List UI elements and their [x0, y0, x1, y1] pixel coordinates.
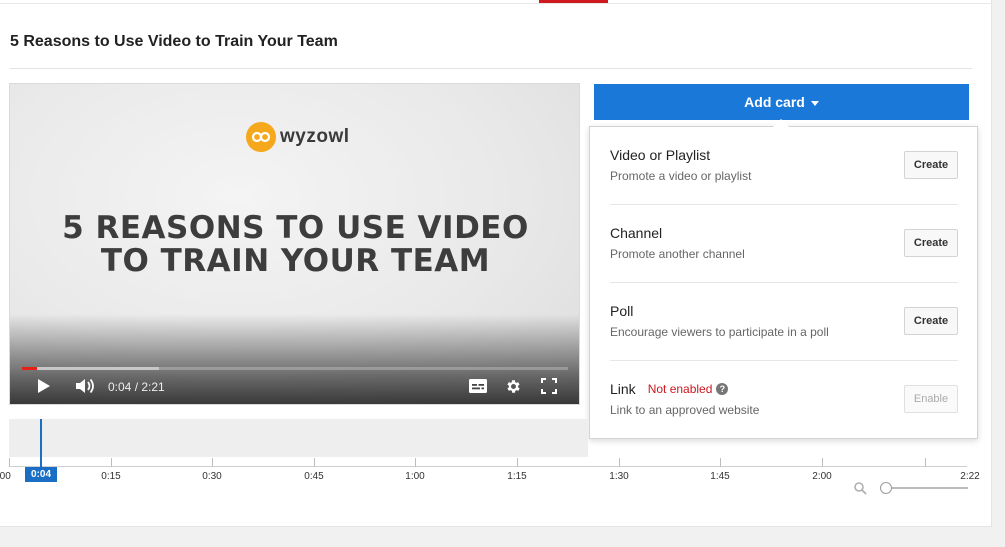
timeline-playhead[interactable]: [40, 419, 42, 467]
create-poll-card-button[interactable]: Create: [904, 307, 958, 335]
editor-panel: 5 Reasons to Use Video to Train Your Tea…: [0, 0, 992, 527]
zoom-icon: [854, 482, 867, 495]
captions-icon: [469, 379, 487, 393]
buffered-bar: [22, 367, 159, 370]
menu-item-description: Promote another channel: [610, 247, 745, 261]
top-divider: [0, 3, 992, 4]
time-display: 0:04 / 2:21: [108, 380, 165, 394]
zoom-slider-track: [888, 487, 968, 489]
timeline-tick: [822, 458, 823, 467]
title-divider: [10, 68, 972, 69]
timeline-tick: [517, 458, 518, 467]
menu-item-link: Link Not enabled ? Link to an approved w…: [610, 361, 958, 439]
card-type-menu: Video or Playlist Promote a video or pla…: [589, 119, 978, 439]
video-logo: wyzowl: [246, 122, 350, 152]
add-card-label: Add card: [744, 94, 805, 110]
menu-item-video-playlist: Video or Playlist Promote a video or pla…: [610, 127, 958, 205]
help-icon[interactable]: ?: [716, 383, 729, 395]
timeline-axis: [9, 466, 967, 467]
timeline-tick-label: 1:45: [710, 471, 730, 482]
menu-item-description: Promote a video or playlist: [610, 169, 752, 183]
timeline-tick-label: 1:30: [609, 471, 629, 482]
menu-item-title-row: Link Not enabled ?: [610, 381, 729, 397]
menu-item-description: Link to an approved website: [610, 403, 760, 417]
timeline-tick-label: 2:00: [812, 471, 832, 482]
timeline-tick-label: 2:22: [960, 471, 980, 482]
wyzowl-logo-icon: [246, 122, 276, 152]
menu-item-title: Link: [610, 381, 636, 397]
menu-item-title: Channel: [610, 225, 663, 241]
video-headline-line-1: 5 REASONS TO USE VIDEO: [62, 210, 529, 246]
timeline-tick: [925, 458, 926, 467]
timeline-tick: [111, 458, 112, 467]
played-bar: [22, 367, 37, 370]
logo-text: wyzowl: [280, 126, 350, 147]
timeline-tick: [314, 458, 315, 467]
volume-button[interactable]: [74, 377, 96, 395]
timeline-tick: [720, 458, 721, 467]
timeline-tick-label: 0:30: [202, 471, 222, 482]
create-video-card-button[interactable]: Create: [904, 151, 958, 179]
timeline-tick-label: 0:45: [304, 471, 324, 482]
video-headline-line-2: TO TRAIN YOUR TEAM: [100, 243, 491, 279]
create-channel-card-button[interactable]: Create: [904, 229, 958, 257]
timeline-tick: [9, 458, 10, 467]
video-player[interactable]: wyzowl 5 REASONS TO USE VIDEO TO TRAIN Y…: [9, 83, 580, 405]
caret-down-icon: [810, 100, 819, 106]
page-title: 5 Reasons to Use Video to Train Your Tea…: [10, 33, 338, 50]
video-headline: 5 REASONS TO USE VIDEO TO TRAIN YOUR TEA…: [10, 210, 579, 279]
card-timeline-track[interactable]: [9, 419, 588, 457]
menu-item-title: Poll: [610, 303, 634, 319]
add-card-button[interactable]: Add card: [594, 84, 969, 120]
volume-icon: [76, 378, 94, 394]
timeline-zoom-slider[interactable]: [880, 482, 968, 494]
timeline-tick-label: 0:00: [0, 471, 11, 482]
settings-button[interactable]: [504, 377, 522, 395]
zoom-slider-handle[interactable]: [880, 482, 892, 494]
menu-item-channel: Channel Promote another channel Create: [610, 205, 958, 283]
playhead-time-badge: 0:04: [25, 467, 57, 482]
menu-pointer: [773, 119, 789, 127]
captions-button[interactable]: [468, 377, 488, 395]
play-icon: [38, 379, 50, 393]
timeline-tick-label: 0:15: [101, 471, 121, 482]
active-tab-indicator: [539, 0, 608, 3]
timeline-tick: [619, 458, 620, 467]
gear-icon: [506, 379, 520, 393]
not-enabled-status: Not enabled: [647, 382, 713, 396]
progress-bar[interactable]: [22, 367, 568, 370]
timeline-tick: [415, 458, 416, 467]
menu-item-title: Video or Playlist: [610, 147, 711, 163]
timeline-tick: [212, 458, 213, 467]
menu-item-poll: Poll Encourage viewers to participate in…: [610, 283, 958, 361]
timeline-tick-label: 1:15: [507, 471, 527, 482]
fullscreen-icon: [541, 378, 557, 394]
fullscreen-button[interactable]: [540, 377, 558, 395]
timeline-tick-label: 1:00: [405, 471, 425, 482]
play-button[interactable]: [36, 377, 52, 395]
enable-link-button[interactable]: Enable: [904, 385, 958, 413]
menu-item-description: Encourage viewers to participate in a po…: [610, 325, 829, 339]
